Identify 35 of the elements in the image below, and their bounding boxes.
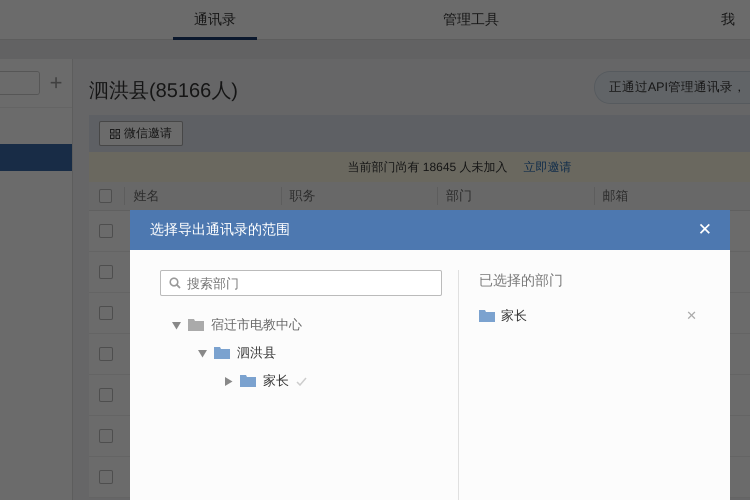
close-button[interactable]: ✕ xyxy=(698,220,712,240)
checkbox[interactable] xyxy=(99,224,113,238)
tree-item[interactable]: 家长 xyxy=(263,372,289,390)
wechat-invite-button[interactable]: 微信邀请 xyxy=(99,121,183,146)
column-header: 邮箱 xyxy=(594,187,750,205)
add-button[interactable]: + xyxy=(48,70,64,96)
checkbox[interactable] xyxy=(99,429,113,443)
tree-item[interactable]: 泗洪县 xyxy=(237,344,276,362)
caret-down-icon[interactable] xyxy=(172,320,181,330)
checkbox[interactable] xyxy=(99,347,113,361)
nav-tab[interactable]: 我 xyxy=(721,0,750,40)
api-notice-button[interactable]: 正通过API管理通讯录， xyxy=(594,70,750,104)
invite-link[interactable]: 立即邀请 xyxy=(524,158,572,176)
caret-down-icon[interactable] xyxy=(198,348,207,358)
checkbox[interactable] xyxy=(99,306,113,320)
checkbox[interactable] xyxy=(99,470,113,484)
column-header: 部门 xyxy=(437,187,594,205)
grid-icon xyxy=(110,128,120,138)
remove-button[interactable]: ✕ xyxy=(686,308,697,324)
tree-item[interactable]: 宿迁市电教中心 xyxy=(211,316,302,334)
folder-icon xyxy=(479,310,495,322)
checkbox[interactable] xyxy=(99,388,113,402)
checkbox[interactable] xyxy=(99,265,113,279)
selected-department: 家长 xyxy=(501,307,528,325)
department-title: 泗洪县(85166人) xyxy=(89,78,238,104)
search-icon xyxy=(169,277,181,289)
banner-text: 当前部门尚有 18645 人未加入 xyxy=(347,158,508,176)
dialog-title: 选择导出通讯录的范围 xyxy=(150,221,290,239)
column-header: 职务 xyxy=(280,187,438,205)
sidebar-item[interactable] xyxy=(0,144,72,171)
search-field[interactable]: 搜索部门 xyxy=(160,270,442,296)
section-title: 已选择的部门 xyxy=(479,272,564,290)
column-header: 姓名 xyxy=(124,187,281,205)
checkbox[interactable] xyxy=(99,189,112,203)
nav-tab[interactable]: 管理工具 xyxy=(428,0,514,40)
